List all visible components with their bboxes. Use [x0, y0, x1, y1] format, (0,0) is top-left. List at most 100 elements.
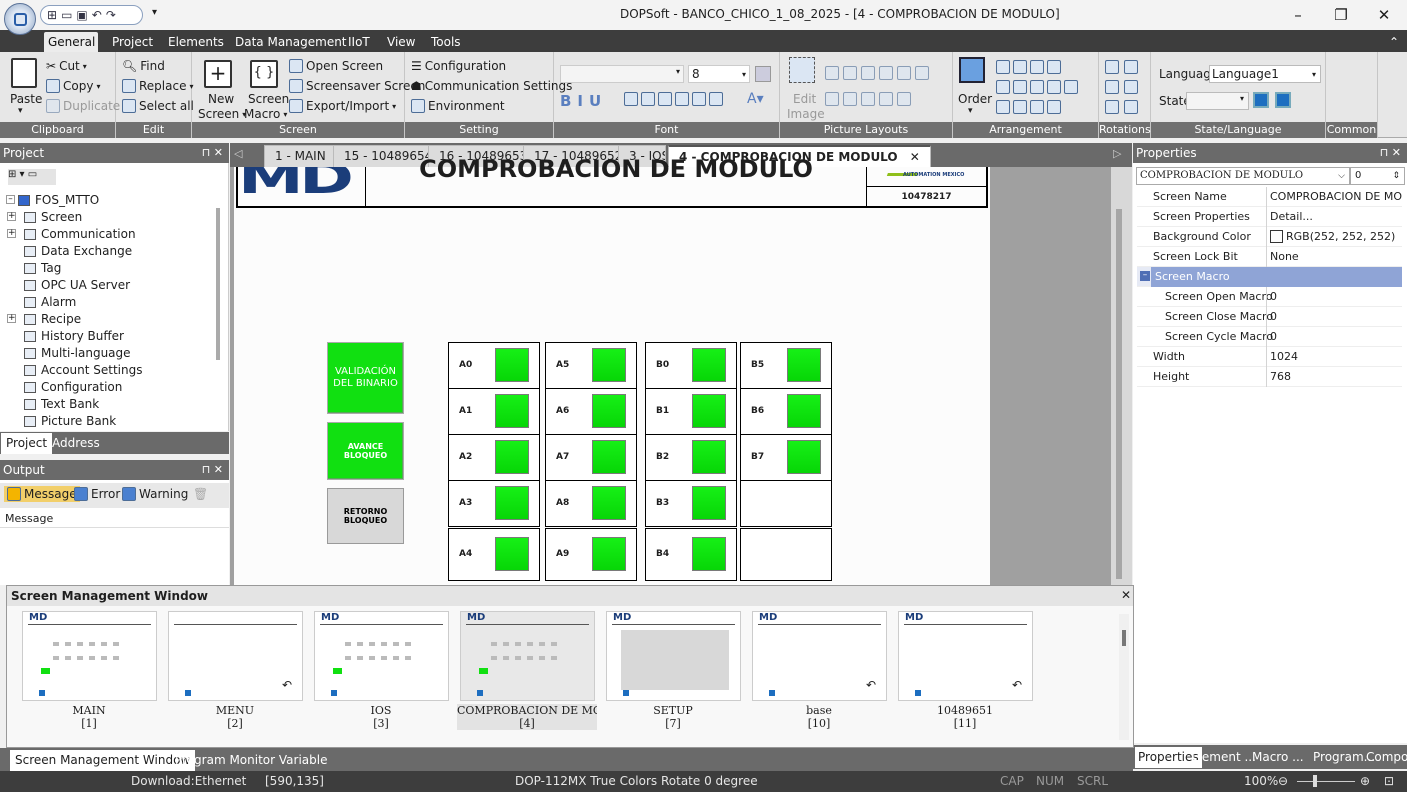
io-lamp[interactable] [692, 348, 726, 382]
tab-address[interactable]: Address [47, 433, 105, 454]
replace-button[interactable]: Replace ▾ [122, 79, 193, 93]
language-combo[interactable]: Language1 ▾ [1209, 65, 1321, 83]
zoom-out-icon[interactable]: ⊖ [1278, 771, 1288, 792]
restore-button[interactable]: ❐ [1318, 0, 1364, 30]
align-buttons-row2[interactable] [996, 80, 1078, 94]
paste-dropdown-icon[interactable]: ▾ [18, 106, 23, 116]
prop-screen-cycle-macro[interactable]: Screen Cycle Macro 0 [1137, 327, 1402, 347]
align-buttons-row1[interactable] [996, 60, 1061, 74]
screen-thumbnail-name[interactable]: 10489651 [11] [895, 704, 1035, 730]
prop-screen-open-macro[interactable]: Screen Open Macro 0 [1137, 287, 1402, 307]
io-lamp[interactable] [495, 537, 529, 571]
tab-screen-management-window[interactable]: Screen Management Window [10, 750, 196, 771]
state-1-button[interactable] [1275, 92, 1291, 108]
screen-thumbnail-name[interactable]: MAIN [1] [19, 704, 159, 730]
minimize-button[interactable]: – [1275, 0, 1321, 30]
tree-item-multi-language[interactable]: Multi-language [24, 346, 131, 360]
io-lamp[interactable] [787, 440, 821, 474]
undo-icon[interactable]: ↶ [92, 8, 102, 22]
tree-item-screen[interactable]: + Screen [7, 210, 82, 224]
tree-item-data-exchange[interactable]: Data Exchange [24, 244, 132, 258]
new-icon[interactable]: ⊞ [47, 8, 57, 22]
tree-toolbar[interactable]: ⊞ ▾ ▭ [8, 169, 56, 185]
screen-thumbnail[interactable]: MD ↶ [752, 611, 887, 701]
align-buttons-row3[interactable] [996, 100, 1061, 114]
prop-screen-name[interactable]: Screen Name COMPROBACION DE MODULC [1137, 187, 1403, 207]
validacion-button[interactable]: VALIDACIÓN DEL BINARIO [327, 342, 404, 414]
text-align-buttons[interactable] [624, 92, 723, 106]
new-screen-button[interactable]: Screen ▾ [198, 107, 246, 121]
select-all-button[interactable]: Select all [122, 99, 194, 113]
order-dropdown-icon[interactable]: ▾ [968, 106, 973, 116]
error-filter-button[interactable]: Error [74, 487, 120, 501]
prop-value[interactable]: 0 [1266, 307, 1403, 327]
qat-dropdown-icon[interactable]: ▾ [152, 7, 157, 18]
fit-screen-icon[interactable]: ⊡ [1384, 771, 1394, 792]
tree-item-configuration[interactable]: Configuration [24, 380, 122, 394]
pin-close-icon[interactable]: ⊓ ✕ [202, 143, 223, 163]
tree-scrollbar[interactable] [216, 208, 220, 360]
save-icon[interactable]: ▣ [76, 8, 87, 22]
io-lamp[interactable] [592, 486, 626, 520]
screen-thumbnail-name[interactable]: SETUP [7] [603, 704, 743, 730]
align-icon[interactable] [624, 92, 638, 106]
align-icon[interactable] [675, 92, 689, 106]
paste-button[interactable]: Paste [10, 92, 42, 106]
font-format-buttons[interactable]: BIU [560, 92, 607, 110]
tab-component[interactable]: Compon... [1361, 747, 1407, 768]
open-screen-button[interactable]: Open Screen [289, 59, 383, 73]
avance-bloqueo-button[interactable]: AVANCE BLOQUEO [327, 422, 404, 480]
zoom-in-icon[interactable]: ⊕ [1360, 771, 1370, 792]
collapse-icon[interactable]: – [1140, 271, 1150, 281]
smw-close-icon[interactable]: ✕ [1121, 588, 1131, 602]
edit-image-label-2[interactable]: Image [787, 107, 825, 121]
zoom-slider[interactable] [1297, 781, 1355, 782]
prop-section-screen-macro[interactable]: – Screen Macro [1137, 267, 1402, 287]
tree-item-opc-ua[interactable]: OPC UA Server [24, 278, 130, 292]
canvas-v-scroll-thumb[interactable] [1116, 209, 1122, 579]
tab-scroll-left-icon[interactable]: ◁ [234, 147, 242, 160]
rotate-buttons-row1[interactable] [1105, 60, 1138, 74]
environment-button[interactable]: Environment [411, 99, 505, 113]
screen-macro-button[interactable]: Macro ▾ [244, 107, 287, 121]
screen-thumbnail[interactable]: MD [22, 611, 157, 701]
font-color-icon[interactable]: A▾ [747, 91, 764, 107]
io-lamp[interactable] [787, 394, 821, 428]
prop-value[interactable]: 0 [1266, 327, 1403, 347]
align-icon[interactable] [709, 92, 723, 106]
tab-data-management[interactable]: Data Management [231, 32, 351, 52]
export-import-button[interactable]: Export/Import ▾ [289, 99, 396, 113]
pin-close-icon[interactable]: ⊓ ✕ [1380, 143, 1401, 163]
close-tab-icon[interactable]: ✕ [910, 150, 920, 164]
prop-height[interactable]: Height 768 [1137, 367, 1402, 387]
message-filter-button[interactable]: Message [4, 486, 80, 502]
tab-project-panel[interactable]: Project [1, 433, 53, 454]
screen-thumbnail-name[interactable]: COMPROBACION DE MODULO[4] [457, 704, 597, 730]
prop-screen-close-macro[interactable]: Screen Close Macro 0 [1137, 307, 1402, 327]
prop-value[interactable]: 0 [1266, 287, 1403, 307]
tab-program-monitor-variable[interactable]: Program Monitor Variable [170, 750, 332, 771]
tab-elements[interactable]: Elements [164, 32, 228, 52]
io-lamp[interactable] [692, 486, 726, 520]
tree-item-communication[interactable]: + Communication [7, 227, 136, 241]
tree-item-tag[interactable]: Tag [24, 261, 61, 275]
rotate-buttons-row2[interactable] [1105, 80, 1138, 94]
state-0-button[interactable] [1253, 92, 1269, 108]
font-name-combo[interactable]: ▾ [560, 65, 684, 83]
io-lamp[interactable] [495, 394, 529, 428]
prop-screen-lock-bit[interactable]: Screen Lock Bit None [1137, 247, 1402, 267]
rotate-buttons-row3[interactable] [1105, 100, 1138, 114]
configuration-button[interactable]: ☰ Configuration [411, 59, 506, 73]
io-lamp[interactable] [592, 440, 626, 474]
retorno-bloqueo-button[interactable]: RETORNO BLOQUEO [327, 488, 404, 544]
screen-thumbnail-name[interactable]: base [10] [749, 704, 889, 730]
screen-thumbnail-name[interactable]: IOS [3] [311, 704, 451, 730]
warning-filter-button[interactable]: Warning [122, 487, 188, 501]
pin-close-icon[interactable]: ⊓ ✕ [202, 460, 223, 480]
tree-item-history-buffer[interactable]: History Buffer [24, 329, 124, 343]
io-lamp[interactable] [692, 537, 726, 571]
duplicate-button[interactable]: Duplicate [46, 99, 120, 113]
clear-output-icon[interactable]: 🗑︎ [193, 487, 208, 501]
io-lamp[interactable] [495, 440, 529, 474]
tab-view[interactable]: View [383, 32, 419, 52]
